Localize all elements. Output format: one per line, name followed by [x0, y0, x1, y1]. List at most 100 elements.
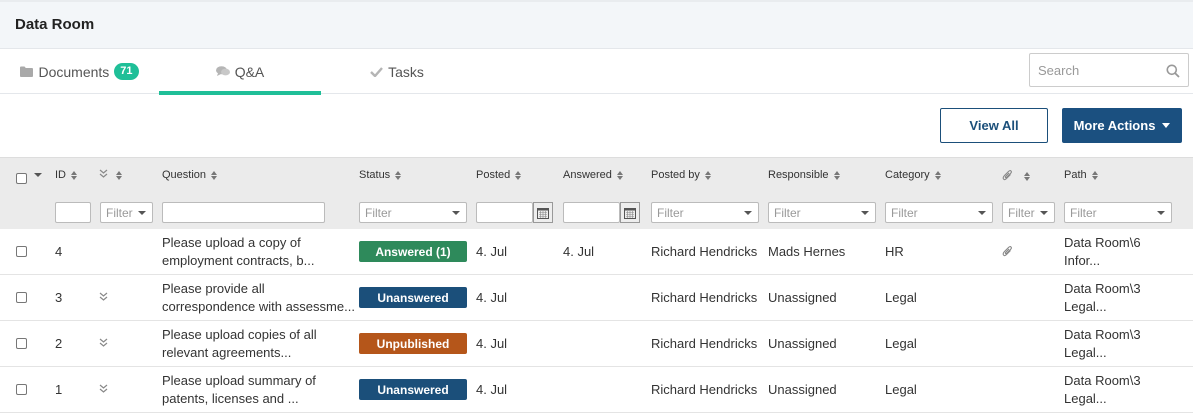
row-question[interactable]: Please provide all correspondence with a… [162, 280, 355, 316]
search-box [1029, 53, 1189, 87]
priority-filter-select[interactable]: Filter [100, 202, 153, 223]
col-header-responsible[interactable]: Responsible [768, 169, 840, 181]
posted-date-filter-input[interactable] [476, 202, 533, 223]
filter-placeholder: Filter [657, 205, 684, 220]
row-question[interactable]: Please upload copies of all relevant agr… [162, 326, 317, 362]
status-badge-label: Answered (1) [375, 244, 451, 259]
row-question[interactable]: Please upload a copy of employment contr… [162, 234, 314, 270]
sort-icon [704, 170, 711, 180]
row-id: 4 [55, 244, 63, 259]
row-id: 2 [55, 336, 63, 351]
row-category: Legal [885, 382, 917, 397]
table-row[interactable]: 1 Please upload summary of patents, lice… [0, 367, 1193, 413]
paperclip-icon[interactable] [1002, 245, 1013, 260]
col-header-responsible-label: Responsible [768, 169, 829, 181]
dropdown-caret-icon [1040, 211, 1048, 215]
answered-date-filter-input[interactable] [563, 202, 620, 223]
row-checkbox[interactable] [16, 292, 27, 303]
col-header-status-label: Status [359, 169, 391, 181]
tab-tasks-label: Tasks [388, 63, 424, 80]
row-question[interactable]: Please upload summary of patents, licens… [162, 372, 316, 408]
filter-placeholder: Filter [106, 205, 133, 220]
select-all-checkbox[interactable] [16, 173, 27, 184]
id-filter-input[interactable] [55, 202, 91, 223]
row-path[interactable]: Data Room\3 Legal... [1064, 280, 1141, 316]
caret-down-icon [1162, 123, 1171, 128]
col-header-posted[interactable]: Posted [476, 169, 522, 181]
sort-icon [934, 170, 941, 180]
col-header-id[interactable]: ID [55, 169, 77, 181]
category-filter-select[interactable]: Filter [885, 202, 993, 223]
filter-placeholder: Filter [365, 205, 392, 220]
col-header-answered[interactable]: Answered [563, 169, 623, 181]
col-header-attachment[interactable] [1002, 169, 1030, 184]
tab-bar: Documents 71 Q&A Tasks [0, 49, 1193, 95]
page-title: Data Room [15, 16, 95, 33]
status-filter-select[interactable]: Filter [359, 202, 467, 223]
select-menu-caret-icon[interactable] [34, 173, 42, 177]
table-row[interactable]: 2 Please upload copies of all relevant a… [0, 321, 1193, 367]
attachment-filter-select[interactable]: Filter [1002, 202, 1055, 223]
question-filter-input[interactable] [162, 202, 325, 223]
path-filter-select[interactable]: Filter [1064, 202, 1172, 223]
row-checkbox[interactable] [16, 338, 27, 349]
dropdown-caret-icon [1157, 211, 1165, 215]
dropdown-caret-icon [978, 211, 986, 215]
row-checkbox[interactable] [16, 384, 27, 395]
path-line: Data Room\3 [1064, 373, 1141, 388]
col-header-category[interactable]: Category [885, 169, 941, 181]
tab-qa[interactable]: Q&A [159, 49, 321, 95]
status-badge-label: Unanswered [377, 290, 449, 305]
row-answered-date: 4. Jul [563, 244, 595, 259]
col-header-path[interactable]: Path [1064, 169, 1098, 181]
status-badge-label: Unanswered [377, 382, 449, 397]
row-path[interactable]: Data Room\6 Infor... [1064, 234, 1141, 270]
row-category: HR [885, 244, 904, 259]
col-header-id-label: ID [55, 169, 66, 181]
row-posted-by: Richard Hendricks [651, 382, 758, 397]
row-responsible: Unassigned [768, 382, 837, 397]
filter-placeholder: Filter [774, 205, 801, 220]
row-path[interactable]: Data Room\3 Legal... [1064, 326, 1141, 362]
calendar-icon[interactable] [533, 202, 553, 223]
view-all-button[interactable]: View All [940, 108, 1048, 143]
path-line: Data Room\6 [1064, 235, 1141, 250]
posted-by-filter-select[interactable]: Filter [651, 202, 759, 223]
path-line: Data Room\3 [1064, 327, 1141, 342]
row-category: Legal [885, 336, 917, 351]
row-checkbox[interactable] [16, 246, 27, 257]
responsible-filter-select[interactable]: Filter [768, 202, 876, 223]
row-responsible: Unassigned [768, 336, 837, 351]
sort-icon [211, 170, 218, 180]
search-input[interactable] [1030, 54, 1160, 86]
table-row[interactable]: 4 Please upload a copy of employment con… [0, 229, 1193, 275]
col-header-question[interactable]: Question [162, 169, 218, 181]
col-header-posted-by[interactable]: Posted by [651, 169, 711, 181]
sort-icon [71, 170, 77, 180]
path-line: Infor... [1064, 253, 1101, 268]
tab-tasks[interactable]: Tasks [321, 49, 473, 94]
folder-icon [20, 66, 34, 77]
row-path[interactable]: Data Room\3 Legal... [1064, 372, 1141, 408]
status-badge: Unanswered [359, 287, 467, 308]
row-posted-date: 4. Jul [476, 382, 508, 397]
row-posted-date: 4. Jul [476, 336, 508, 351]
more-actions-button[interactable]: More Actions [1062, 108, 1182, 143]
col-header-status[interactable]: Status [359, 169, 402, 181]
table-row[interactable]: 3 Please provide all correspondence with… [0, 275, 1193, 321]
row-posted-date: 4. Jul [476, 244, 508, 259]
row-responsible: Unassigned [768, 290, 837, 305]
tab-documents[interactable]: Documents 71 [0, 49, 159, 94]
search-icon[interactable] [1166, 64, 1180, 81]
path-line: Legal... [1064, 391, 1107, 406]
sort-icon [1024, 172, 1030, 181]
row-id: 1 [55, 382, 63, 397]
col-header-priority[interactable] [99, 169, 122, 181]
path-line: Legal... [1064, 299, 1107, 314]
dropdown-caret-icon [744, 211, 752, 215]
double-chevron-down-icon [99, 335, 108, 350]
question-line: correspondence with assessme... [162, 299, 355, 314]
calendar-icon[interactable] [620, 202, 640, 223]
table-header: ID Question Status Posted Answered Poste… [0, 157, 1193, 229]
view-all-label: View All [969, 118, 1019, 133]
